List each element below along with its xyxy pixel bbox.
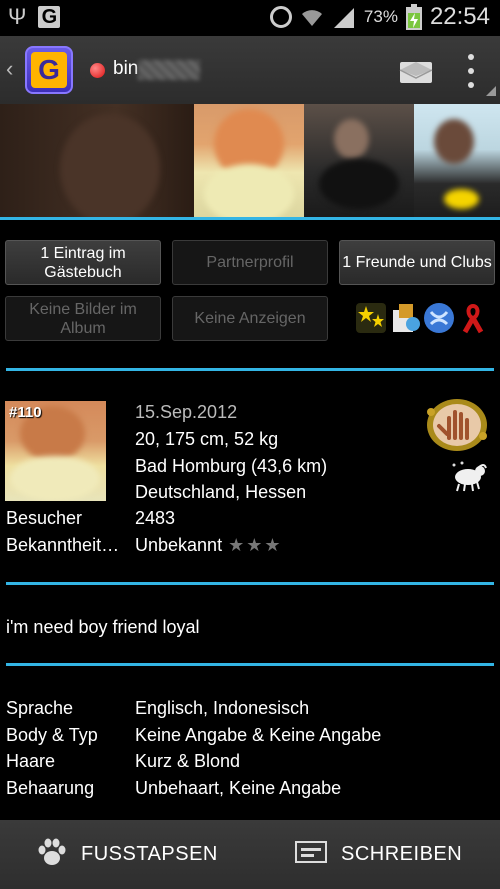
- photo-divider: [0, 217, 500, 220]
- section-divider-1: [6, 368, 494, 371]
- profile-thumbnail[interactable]: #110: [5, 401, 106, 501]
- aries-zodiac-icon: [448, 460, 488, 492]
- badge-row: [355, 302, 489, 334]
- menu-corner-indicator: [486, 86, 496, 96]
- guestbook-button[interactable]: 1 Eintrag im Gästebuch: [5, 240, 161, 285]
- battery-percent: 73%: [363, 7, 398, 26]
- footprints-label: FUSSTAPSEN: [81, 843, 218, 865]
- album-button[interactable]: Keine Bilder im Album: [5, 296, 161, 341]
- popularity-stars: ★★★: [228, 535, 283, 555]
- visitors-value: 2483: [135, 508, 176, 528]
- section-divider-2: [6, 582, 494, 585]
- stars-badge-icon[interactable]: [355, 302, 387, 334]
- photo-strip: [0, 104, 500, 218]
- username: bin: [113, 58, 139, 79]
- overflow-menu-icon[interactable]: [466, 54, 476, 88]
- back-chevron-icon[interactable]: ‹: [6, 56, 13, 82]
- tools-badge-icon[interactable]: [389, 302, 421, 334]
- detail-label-body: Body & Typ: [6, 725, 98, 745]
- app-logo-letter: G: [31, 52, 67, 88]
- paw-icon: [37, 838, 67, 872]
- compose-icon: [295, 840, 327, 869]
- detail-value-body-hair: Unbehaart, Keine Angabe: [135, 778, 342, 798]
- clock: 22:54: [429, 3, 490, 30]
- profile-bio: i'm need boy friend loyal: [6, 617, 200, 637]
- friends-clubs-button[interactable]: 1 Freunde und Clubs: [339, 240, 495, 285]
- gallery-photo-2[interactable]: [304, 104, 414, 218]
- footprint-hand-icon[interactable]: [419, 394, 495, 456]
- detail-label-hair: Haare: [6, 751, 56, 771]
- write-label: SCHREIBEN: [341, 843, 463, 865]
- bottom-action-bar: FUSSTAPSEN SCHREIBEN: [0, 820, 500, 889]
- red-ribbon-icon[interactable]: [457, 302, 489, 334]
- username-redaction: [138, 60, 200, 80]
- write-button[interactable]: SCHREIBEN: [295, 820, 462, 889]
- cover-photo[interactable]: [0, 104, 194, 218]
- profile-rank: #110: [9, 404, 42, 421]
- action-bar: ‹ G bin: [0, 36, 500, 104]
- profile-region: Deutschland, Hessen: [135, 482, 307, 502]
- detail-value-hair: Kurz & Blond: [135, 751, 241, 771]
- detail-value-body: Keine Angabe & Keine Angabe: [135, 725, 382, 745]
- partner-profile-button[interactable]: Partnerprofil: [172, 240, 328, 285]
- popularity-label: Bekanntheit…: [6, 535, 120, 555]
- detail-value-language: Englisch, Indonesisch: [135, 698, 310, 718]
- usb-icon: Ψ: [8, 4, 27, 29]
- profile-city: Bad Homburg (43,6 km): [135, 456, 328, 476]
- detail-label-body-hair: Behaarung: [6, 778, 95, 798]
- visitors-label: Besucher: [6, 508, 83, 528]
- popularity-value: Unbekannt: [135, 535, 223, 555]
- wifi-icon: [300, 7, 324, 27]
- alarm-icon: [269, 6, 292, 28]
- section-divider-3: [6, 663, 494, 666]
- g-notification-icon: G: [38, 6, 61, 28]
- battery-charging-icon: [405, 4, 422, 30]
- footprints-button[interactable]: FUSSTAPSEN: [37, 820, 218, 889]
- mail-icon[interactable]: [399, 58, 433, 84]
- globe-badge-icon[interactable]: [423, 302, 455, 334]
- popularity-row: Unbekannt ★★★: [135, 535, 283, 556]
- gallery-photo-1[interactable]: [194, 104, 304, 218]
- status-bar: Ψ G 73% 22:54: [0, 0, 500, 36]
- gallery-photo-3[interactable]: [414, 104, 500, 218]
- profile-date: 15.Sep.2012: [135, 402, 238, 422]
- profile-stats: 20, 175 cm, 52 kg: [135, 429, 279, 449]
- app-logo-icon[interactable]: G: [25, 46, 73, 94]
- ads-button[interactable]: Keine Anzeigen: [172, 296, 328, 341]
- signal-icon: [332, 6, 356, 28]
- online-status-dot: [90, 63, 105, 78]
- detail-label-language: Sprache: [6, 698, 74, 718]
